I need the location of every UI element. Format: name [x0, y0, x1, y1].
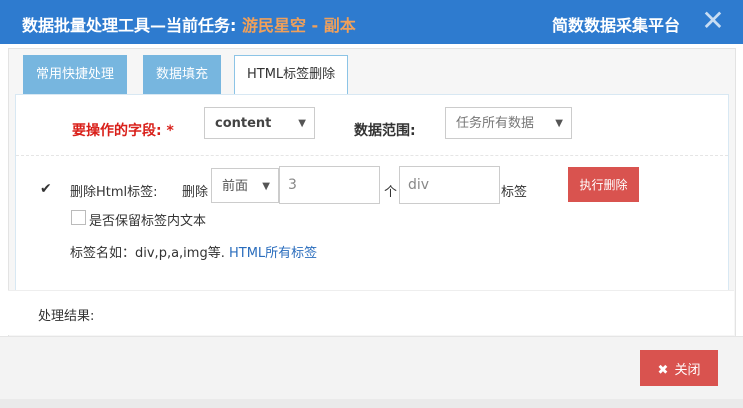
field-label: 要操作的字段: * [72, 123, 174, 139]
batch-processing-dialog: 数据批量处理工具—当前任务: 游民星空 - 副本 简数数据采集平台 ✕ 常用快捷… [0, 0, 743, 399]
tag-example-hint: 标签名如：div,p,a,img等. HTML所有标签 [70, 242, 317, 261]
range-label: 数据范围: [354, 123, 416, 139]
caret-down-icon: ▼ [298, 118, 306, 129]
platform-name: 简数数据采集平台 [552, 16, 681, 35]
close-icon[interactable]: ✕ [700, 6, 726, 36]
checkmark-icon: ✔ [40, 181, 52, 197]
keep-text-label: 是否保留标签内文本 [89, 214, 207, 229]
result-label: 处理结果: [38, 309, 95, 324]
position-select[interactable]: 前面 ▼ [211, 168, 279, 203]
dialog-footer: ✖ 关闭 [0, 336, 743, 399]
count-input[interactable] [279, 166, 380, 204]
unit-label: 个 [384, 185, 398, 200]
keep-text-checkbox[interactable] [71, 210, 86, 225]
tag-input[interactable] [399, 166, 500, 204]
range-select-value: 任务所有数据 [456, 116, 535, 131]
dialog-titlebar: 数据批量处理工具—当前任务: 游民星空 - 副本 简数数据采集平台 ✕ [0, 0, 743, 44]
range-select[interactable]: 任务所有数据 ▼ [445, 107, 572, 139]
caret-down-icon: ▼ [555, 118, 563, 129]
close-icon: ✖ [657, 362, 669, 378]
delete-action-label: 删除 [182, 185, 209, 200]
tag-example-text: 标签名如：div,p,a,img等. [70, 246, 225, 261]
tab-html-tag-delete[interactable]: HTML标签删除 [234, 55, 349, 96]
caret-down-icon: ▼ [262, 181, 270, 192]
delete-html-label: 删除Html标签: [70, 185, 158, 200]
tab-quick-process[interactable]: 常用快捷处理 [23, 55, 128, 95]
execute-delete-button[interactable]: 执行删除 [568, 167, 639, 202]
tab-data-fill[interactable]: 数据填充 [143, 55, 222, 95]
title-prefix: 数据批量处理工具—当前任务: [22, 16, 242, 35]
position-select-value: 前面 [222, 179, 249, 194]
close-button[interactable]: ✖ 关闭 [640, 350, 718, 386]
field-select[interactable]: content ▼ [204, 107, 315, 139]
dialog-title: 数据批量处理工具—当前任务: 游民星空 - 副本 [22, 12, 356, 36]
html-tags-link[interactable]: HTML所有标签 [229, 246, 317, 261]
tag-label: 标签 [501, 185, 528, 200]
field-select-value: content [215, 116, 272, 131]
close-button-label: 关闭 [674, 362, 701, 378]
field-row: 要操作的字段: * content ▼ 数据范围: 任务所有数据 ▼ [16, 95, 728, 156]
background-bottom [0, 398, 743, 408]
current-task-name: 游民星空 - 副本 [241, 16, 356, 35]
result-area: 处理结果: [8, 290, 734, 335]
